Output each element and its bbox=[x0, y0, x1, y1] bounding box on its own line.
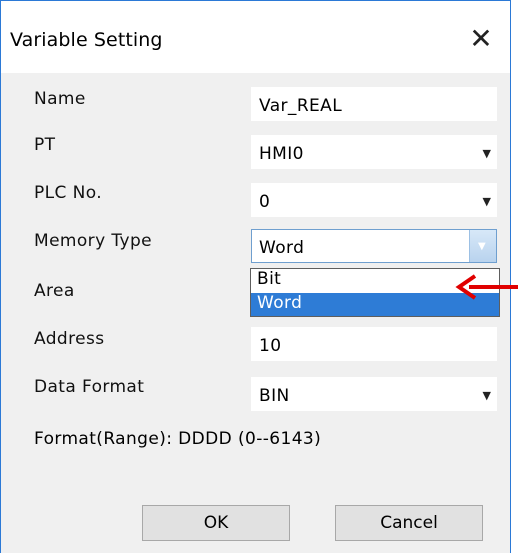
ok-button[interactable]: OK bbox=[142, 505, 290, 541]
data-format-label: Data Format bbox=[34, 377, 145, 397]
name-input[interactable]: Var_REAL bbox=[251, 87, 497, 121]
data-format-select[interactable]: BIN ▼ bbox=[251, 377, 497, 411]
chevron-down-icon: ▼ bbox=[482, 389, 491, 402]
memory-type-label: Memory Type bbox=[34, 231, 152, 251]
plc-no-select[interactable]: 0 ▼ bbox=[251, 183, 497, 217]
memory-type-value: Word bbox=[259, 238, 305, 258]
address-input[interactable]: 10 bbox=[251, 327, 497, 361]
memory-type-dropdown-button[interactable]: ▼ bbox=[469, 230, 496, 262]
pt-label: PT bbox=[34, 135, 56, 155]
address-value: 10 bbox=[259, 336, 282, 356]
plc-no-value: 0 bbox=[259, 192, 271, 212]
chevron-down-icon: ▼ bbox=[478, 241, 486, 252]
data-format-value: BIN bbox=[259, 386, 290, 406]
option-label: Word bbox=[257, 293, 303, 313]
chevron-down-icon: ▼ bbox=[482, 147, 491, 160]
chevron-down-icon: ▼ bbox=[482, 195, 491, 208]
title-bar: Variable Setting ✕ bbox=[1, 1, 510, 73]
dialog-title: Variable Setting bbox=[10, 29, 163, 51]
plc-no-label: PLC No. bbox=[34, 183, 103, 203]
pt-value: HMI0 bbox=[259, 144, 304, 164]
option-label: Bit bbox=[257, 269, 282, 289]
name-value: Var_REAL bbox=[259, 96, 343, 116]
format-range-text: Format(Range): DDDD (0--6143) bbox=[34, 429, 322, 449]
pt-select[interactable]: HMI0 ▼ bbox=[251, 135, 497, 169]
arrow-left-icon bbox=[455, 274, 518, 300]
close-icon[interactable]: ✕ bbox=[466, 23, 496, 55]
cancel-button[interactable]: Cancel bbox=[335, 505, 483, 541]
address-label: Address bbox=[34, 329, 105, 349]
area-label: Area bbox=[34, 281, 75, 301]
memory-type-select[interactable]: Word ▼ bbox=[251, 229, 497, 263]
name-label: Name bbox=[34, 89, 86, 109]
